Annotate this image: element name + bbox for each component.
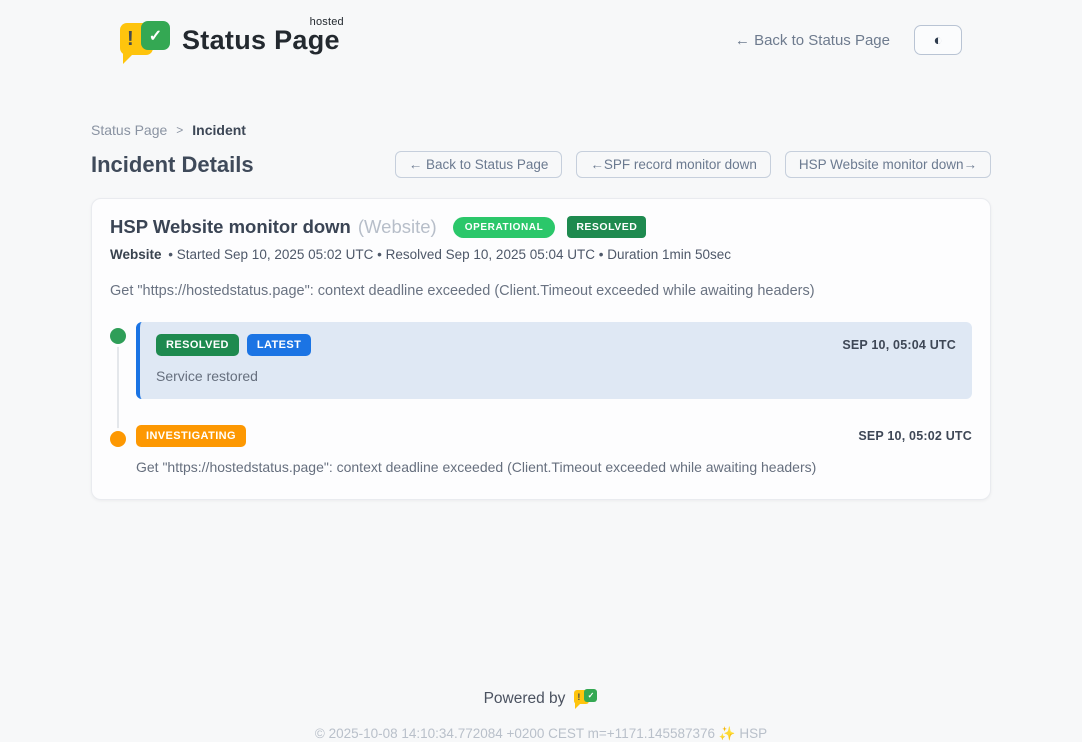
page-title: Incident Details [91, 152, 254, 178]
header-back-to-status-page-link[interactable]: ← Back to Status Page [735, 32, 890, 49]
logo-text: Status Page hosted [182, 25, 340, 56]
latest-badge: LATEST [247, 334, 311, 356]
back-to-status-page-button[interactable]: ← Back to Status Page [395, 151, 563, 178]
incident-meta: Website • Started Sep 10, 2025 05:02 UTC… [110, 247, 972, 262]
footer-logo-icon: ! ✓ [574, 688, 598, 709]
timeline-dot-orange [110, 431, 126, 447]
meta-details: • Started Sep 10, 2025 05:02 UTC • Resol… [168, 247, 731, 262]
breadcrumb-incident: Incident [192, 122, 246, 138]
resolved-badge: RESOLVED [567, 216, 646, 238]
incident-nav-buttons: ← Back to Status Page ←SPF record monito… [395, 151, 991, 178]
logo-check-icon: ✓ [141, 21, 170, 50]
timeline-entry-box: INVESTIGATING SEP 10, 05:02 UTC Get "htt… [136, 425, 972, 475]
incident-timeline: RESOLVED LATEST SEP 10, 05:04 UTC Servic… [110, 322, 972, 475]
timeline-entry-resolved: RESOLVED LATEST SEP 10, 05:04 UTC Servic… [110, 322, 972, 399]
operational-badge: OPERATIONAL [453, 217, 556, 238]
timeline-timestamp: SEP 10, 05:02 UTC [858, 429, 972, 443]
header: ! ✓ Status Page hosted ← Back to Status … [0, 0, 1082, 68]
footer-logo-check-icon: ✓ [584, 689, 597, 702]
timeline-dot-green [110, 328, 126, 344]
theme-half-circle-icon: ◐ [933, 32, 942, 49]
timeline-entry-investigating: INVESTIGATING SEP 10, 05:02 UTC Get "htt… [110, 425, 972, 475]
app-logo[interactable]: ! ✓ Status Page hosted [120, 18, 340, 62]
main-content: Status Page > Incident Incident Details … [91, 122, 991, 500]
timeline-entry-box: RESOLVED LATEST SEP 10, 05:04 UTC Servic… [136, 322, 972, 399]
breadcrumb-status-page[interactable]: Status Page [91, 122, 167, 138]
incident-description: Get "https://hostedstatus.page": context… [110, 283, 972, 299]
meta-component: Website [110, 247, 162, 262]
logo-superscript: hosted [310, 16, 344, 28]
logo-speech-bubble-icon: ! ✓ [120, 18, 172, 62]
footer: Powered by ! ✓ © 2025-10-08 14:10:34.772… [0, 688, 1082, 742]
breadcrumb: Status Page > Incident [91, 122, 991, 138]
resolved-status-badge: RESOLVED [156, 334, 239, 356]
incident-title: HSP Website monitor down [110, 216, 351, 238]
timeline-timestamp: SEP 10, 05:04 UTC [842, 338, 956, 352]
investigating-status-badge: INVESTIGATING [136, 425, 246, 447]
timeline-message: Get "https://hostedstatus.page": context… [136, 459, 972, 475]
powered-by-label: Powered by [484, 690, 566, 708]
breadcrumb-separator: > [176, 123, 183, 137]
incident-component: (Website) [358, 216, 437, 238]
incident-card: HSP Website monitor down (Website) OPERA… [91, 198, 991, 500]
next-incident-button[interactable]: HSP Website monitor down→ [785, 151, 991, 178]
powered-by-link[interactable]: Powered by ! ✓ [484, 688, 599, 709]
prev-incident-button[interactable]: ←SPF record monitor down [576, 151, 771, 178]
timeline-message: Service restored [156, 368, 956, 384]
copyright-text: © 2025-10-08 14:10:34.772084 +0200 CEST … [0, 726, 1082, 742]
theme-toggle-button[interactable]: ◐ [914, 25, 962, 55]
